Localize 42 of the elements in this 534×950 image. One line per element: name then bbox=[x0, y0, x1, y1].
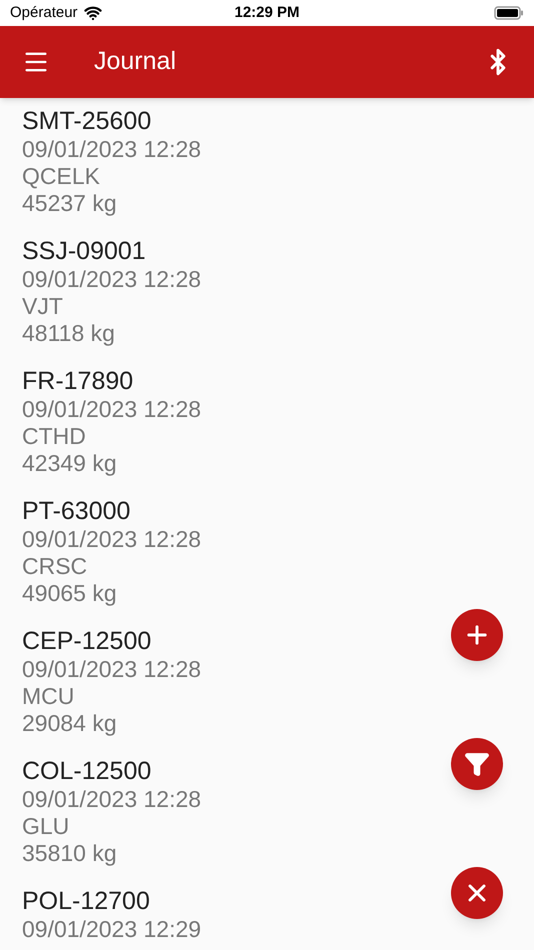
journal-entry[interactable]: POL-12700 09/01/2023 12:29 bbox=[22, 886, 534, 950]
journal-entry[interactable]: PT-63000 09/01/2023 12:28 CRSC 49065 kg bbox=[22, 496, 534, 626]
clear-button[interactable] bbox=[451, 867, 503, 919]
entry-code: CTHD bbox=[22, 423, 86, 450]
entry-weight: 29084 kg bbox=[22, 710, 117, 737]
entry-code: VJT bbox=[22, 293, 63, 320]
entry-id: COL-12500 bbox=[22, 756, 152, 786]
entry-weight: 48118 kg bbox=[22, 320, 115, 347]
journal-entry[interactable]: CEP-12500 09/01/2023 12:28 MCU 29084 kg bbox=[22, 626, 534, 756]
journal-entry[interactable]: COL-12500 09/01/2023 12:28 GLU 35810 kg bbox=[22, 756, 534, 886]
entry-date: 09/01/2023 12:28 bbox=[22, 396, 202, 423]
entry-id: PT-63000 bbox=[22, 496, 130, 526]
entry-weight: 49065 kg bbox=[22, 580, 117, 607]
status-time: 12:29 PM bbox=[234, 2, 300, 23]
entry-id: SSJ-09001 bbox=[22, 236, 146, 266]
journal-entry[interactable]: SSJ-09001 09/01/2023 12:28 VJT 48118 kg bbox=[22, 236, 534, 366]
add-button[interactable] bbox=[451, 609, 503, 661]
battery-icon bbox=[494, 6, 524, 20]
wifi-icon bbox=[84, 4, 102, 22]
carrier-label: Opérateur bbox=[10, 2, 78, 23]
entry-id: SMT-25600 bbox=[22, 106, 152, 136]
entry-code: QCELK bbox=[22, 163, 100, 190]
entry-date: 09/01/2023 12:28 bbox=[22, 266, 202, 293]
entry-date: 09/01/2023 12:28 bbox=[22, 526, 202, 553]
app-title: Journal bbox=[94, 46, 176, 78]
entry-id: POL-12700 bbox=[22, 886, 150, 916]
entry-code: GLU bbox=[22, 813, 70, 840]
entry-code: CRSC bbox=[22, 553, 88, 580]
entry-weight: 42349 kg bbox=[22, 450, 117, 477]
filter-icon bbox=[464, 751, 490, 777]
entry-id: FR-17890 bbox=[22, 366, 134, 396]
filter-button[interactable] bbox=[451, 738, 503, 790]
entry-date: 09/01/2023 12:28 bbox=[22, 136, 202, 163]
entry-date: 09/01/2023 12:29 bbox=[22, 916, 202, 943]
journal-entry[interactable]: FR-17890 09/01/2023 12:28 CTHD 42349 kg bbox=[22, 366, 534, 496]
entry-date: 09/01/2023 12:28 bbox=[22, 786, 202, 813]
entry-id: CEP-12500 bbox=[22, 626, 152, 656]
entry-date: 09/01/2023 12:28 bbox=[22, 656, 202, 683]
entry-code: MCU bbox=[22, 683, 74, 710]
journal-entry[interactable]: SMT-25600 09/01/2023 12:28 QCELK 45237 kg bbox=[22, 106, 534, 236]
entry-weight: 35810 kg bbox=[22, 840, 117, 867]
entry-weight: 45237 kg bbox=[22, 190, 117, 217]
